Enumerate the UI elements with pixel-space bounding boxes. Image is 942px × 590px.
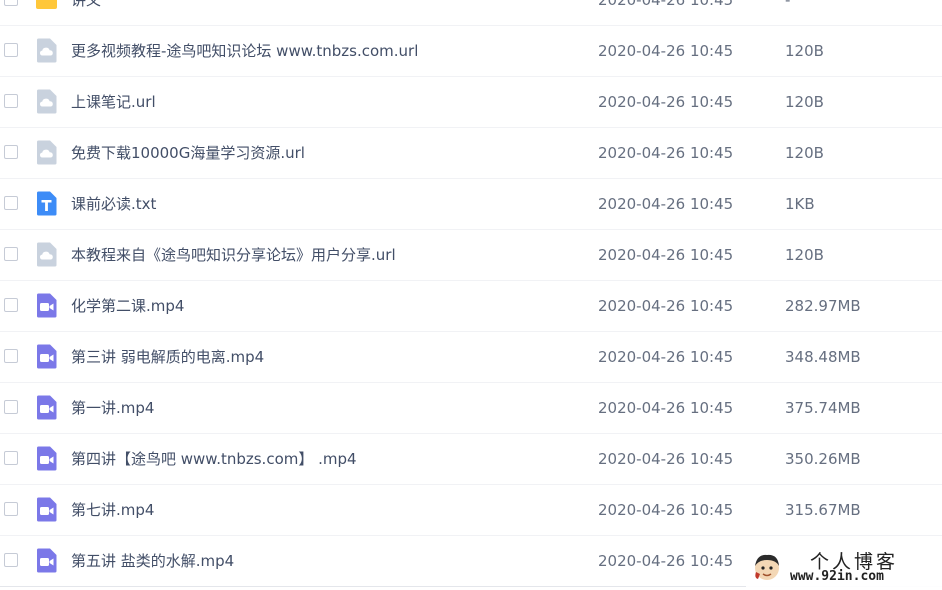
file-size: 375.74MB	[785, 399, 861, 417]
file-name[interactable]: 本教程来自《途鸟吧知识分享论坛》用户分享.url	[71, 230, 396, 280]
file-row[interactable]: 课前必读.txt 2020-04-26 10:45 1KB	[0, 179, 942, 230]
link-file-icon	[35, 140, 58, 165]
file-name[interactable]: 讲义	[71, 0, 101, 25]
row-checkbox[interactable]	[4, 502, 18, 516]
file-row[interactable]: 化学第二课.mp4 2020-04-26 10:45 282.97MB	[0, 281, 942, 332]
file-row[interactable]: 讲义 2020-04-26 10:45 -	[0, 0, 942, 26]
file-date: 2020-04-26 10:45	[598, 144, 734, 162]
file-size: 350.26MB	[785, 450, 861, 468]
video-file-icon	[35, 446, 58, 471]
row-checkbox[interactable]	[4, 43, 18, 57]
file-date: 2020-04-26 10:45	[598, 0, 734, 9]
file-name[interactable]: 第七讲.mp4	[71, 485, 154, 535]
file-row[interactable]: 本教程来自《途鸟吧知识分享论坛》用户分享.url 2020-04-26 10:45…	[0, 230, 942, 281]
file-name[interactable]: 课前必读.txt	[71, 179, 156, 229]
row-checkbox[interactable]	[4, 298, 18, 312]
video-file-icon	[35, 344, 58, 369]
row-checkbox[interactable]	[4, 553, 18, 567]
file-name[interactable]: 第一讲.mp4	[71, 383, 154, 433]
file-name[interactable]: 上课笔记.url	[71, 77, 156, 127]
watermark-url: www.92in.com	[790, 569, 884, 584]
blog-watermark: 个人博客 www.92in.com	[746, 545, 942, 590]
link-file-icon	[35, 38, 58, 63]
video-file-icon	[35, 548, 58, 573]
file-size: 120B	[785, 144, 824, 162]
row-checkbox[interactable]	[4, 0, 18, 6]
file-date: 2020-04-26 10:45	[598, 195, 734, 213]
row-checkbox[interactable]	[4, 196, 18, 210]
row-checkbox[interactable]	[4, 400, 18, 414]
text-file-icon	[35, 191, 58, 216]
file-size: 348.48MB	[785, 348, 861, 366]
file-date: 2020-04-26 10:45	[598, 348, 734, 366]
row-checkbox[interactable]	[4, 349, 18, 363]
file-date: 2020-04-26 10:45	[598, 93, 734, 111]
file-name[interactable]: 更多视频教程-途鸟吧知识论坛 www.tnbzs.com.url	[71, 26, 418, 76]
file-date: 2020-04-26 10:45	[598, 42, 734, 60]
file-size: 315.67MB	[785, 501, 861, 519]
row-checkbox[interactable]	[4, 94, 18, 108]
file-list: 讲义 2020-04-26 10:45 - 更多视频教程-途鸟吧知识论坛 www.tn…	[0, 0, 942, 587]
file-name[interactable]: 化学第二课.mp4	[71, 281, 184, 331]
link-file-icon	[35, 242, 58, 267]
file-name[interactable]: 第三讲 弱电解质的电离.mp4	[71, 332, 264, 382]
video-file-icon	[35, 293, 58, 318]
file-row[interactable]: 第七讲.mp4 2020-04-26 10:45 315.67MB	[0, 485, 942, 536]
watermark-avatar-icon	[755, 554, 779, 580]
file-name[interactable]: 免费下载10000G海量学习资源.url	[71, 128, 305, 178]
file-row[interactable]: 第一讲.mp4 2020-04-26 10:45 375.74MB	[0, 383, 942, 434]
row-checkbox[interactable]	[4, 451, 18, 465]
file-name[interactable]: 第四讲【途鸟吧 www.tnbzs.com】 .mp4	[71, 434, 357, 484]
link-file-icon	[35, 89, 58, 114]
row-checkbox[interactable]	[4, 145, 18, 159]
file-row[interactable]: 第三讲 弱电解质的电离.mp4 2020-04-26 10:45 348.48MB	[0, 332, 942, 383]
row-checkbox[interactable]	[4, 247, 18, 261]
file-date: 2020-04-26 10:45	[598, 450, 734, 468]
file-size: 1KB	[785, 195, 815, 213]
file-size: -	[785, 0, 791, 9]
file-date: 2020-04-26 10:45	[598, 297, 734, 315]
file-size: 120B	[785, 93, 824, 111]
file-date: 2020-04-26 10:45	[598, 399, 734, 417]
file-name[interactable]: 第五讲 盐类的水解.mp4	[71, 536, 234, 586]
folder-icon	[35, 0, 58, 12]
video-file-icon	[35, 497, 58, 522]
file-date: 2020-04-26 10:45	[598, 501, 734, 519]
file-date: 2020-04-26 10:45	[598, 246, 734, 264]
file-row[interactable]: 第四讲【途鸟吧 www.tnbzs.com】 .mp4 2020-04-26 10…	[0, 434, 942, 485]
file-size: 120B	[785, 42, 824, 60]
file-row[interactable]: 上课笔记.url 2020-04-26 10:45 120B	[0, 77, 942, 128]
file-size: 120B	[785, 246, 824, 264]
file-row[interactable]: 更多视频教程-途鸟吧知识论坛 www.tnbzs.com.url 2020-04-…	[0, 26, 942, 77]
video-file-icon	[35, 395, 58, 420]
file-size: 282.97MB	[785, 297, 861, 315]
file-date: 2020-04-26 10:45	[598, 552, 734, 570]
file-row[interactable]: 免费下载10000G海量学习资源.url 2020-04-26 10:45 120B	[0, 128, 942, 179]
